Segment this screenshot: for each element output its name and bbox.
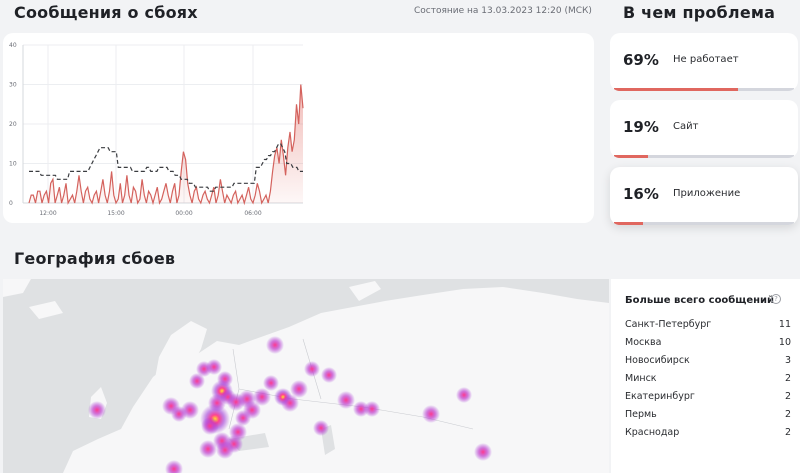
city-row[interactable]: Минск 2	[625, 373, 791, 384]
chart-y-tick: 30	[9, 82, 17, 89]
problem-progress-track	[614, 155, 794, 158]
city-row[interactable]: Новосибирск 3	[625, 355, 791, 366]
problem-progress-track	[614, 222, 794, 225]
city-row[interactable]: Санкт-Петербург 11	[625, 319, 791, 330]
problem-progress-track	[614, 88, 794, 91]
problem-card-app[interactable]: 16% Приложение	[610, 167, 798, 225]
problem-label: Не работает	[673, 54, 739, 65]
heatmap-hotspot	[422, 405, 440, 423]
map-land-eurasia	[63, 287, 609, 473]
chart-y-tick: 40	[9, 42, 17, 49]
chart-x-tick: 12:00	[39, 210, 56, 217]
city-count: 2	[784, 391, 791, 402]
map-land-greenland-edge	[3, 279, 31, 297]
heatmap-hotspot	[88, 401, 106, 419]
chart-series-line-reports	[28, 84, 304, 206]
problem-percent: 16%	[623, 185, 659, 203]
heatmap-hotspot	[266, 336, 284, 354]
city-count: 10	[778, 337, 791, 348]
help-icon[interactable]: ?	[771, 294, 781, 304]
heatmap-hotspot	[253, 388, 271, 406]
city-name: Пермь	[625, 409, 657, 420]
top-cities-title: Больше всего сообщений	[625, 295, 775, 306]
problem-progress-fill	[614, 222, 643, 225]
heatmap-hotspot	[171, 406, 187, 422]
city-count: 2	[784, 373, 791, 384]
outage-heatmap[interactable]	[3, 279, 609, 473]
heatmap-hotspot	[456, 387, 472, 403]
city-count: 2	[784, 427, 791, 438]
city-name: Санкт-Петербург	[625, 319, 712, 330]
problem-card-not-working[interactable]: 69% Не работает	[610, 33, 798, 91]
problem-progress-fill	[614, 88, 739, 91]
chart-x-tick: 00:00	[175, 210, 192, 217]
status-timestamp: Состояние на 13.03.2023 12:20 (МСК)	[414, 6, 592, 16]
problem-progress-fill	[614, 155, 649, 158]
top-cities-panel: Больше всего сообщений ? Санкт-Петербург…	[611, 279, 800, 473]
heatmap-hotspot	[313, 420, 329, 436]
problem-percent: 19%	[623, 118, 659, 136]
chart-y-tick: 0	[9, 200, 13, 207]
problem-card-site[interactable]: 19% Сайт	[610, 100, 798, 158]
city-name: Екатеринбург	[625, 391, 695, 402]
map-land-iceland	[29, 301, 63, 319]
heatmap-hotspot	[216, 441, 234, 459]
heatmap-hotspot	[364, 401, 380, 417]
city-count: 2	[784, 409, 791, 420]
heatmap-hotspot	[263, 375, 279, 391]
city-name: Новосибирск	[625, 355, 690, 366]
heatmap-hotspot	[201, 417, 219, 435]
city-row[interactable]: Москва 10	[625, 337, 791, 348]
reports-chart: 0 10 20 30 40 12:00 15:00 00:00 06:00	[9, 42, 304, 217]
chart-y-tick: 20	[9, 121, 17, 128]
heatmap-hotspot	[304, 361, 320, 377]
city-name: Москва	[625, 337, 662, 348]
city-row[interactable]: Краснодар 2	[625, 427, 791, 438]
heatmap-hotspot	[474, 443, 492, 461]
problem-label: Сайт	[673, 121, 699, 132]
city-name: Минск	[625, 373, 657, 384]
reports-title: Сообщения о сбоях	[14, 3, 198, 22]
problem-title: В чем проблема	[623, 3, 776, 22]
city-count: 11	[778, 319, 791, 330]
heatmap-hotspot	[321, 367, 337, 383]
problem-label: Приложение	[673, 188, 741, 199]
heatmap-hotspot	[199, 440, 217, 458]
heatmap-hotspot	[206, 359, 222, 375]
city-count: 3	[784, 355, 791, 366]
map-land-novaya-zemlya	[349, 281, 381, 301]
chart-y-tick: 10	[9, 161, 17, 168]
problem-percent: 69%	[623, 51, 659, 69]
city-row[interactable]: Екатеринбург 2	[625, 391, 791, 402]
heatmap-hotspot	[290, 380, 308, 398]
chart-x-tick: 15:00	[107, 210, 124, 217]
city-name: Краснодар	[625, 427, 680, 438]
heatmap-hotspot	[337, 391, 355, 409]
geo-title: География сбоев	[14, 249, 176, 268]
chart-x-tick: 06:00	[244, 210, 261, 217]
reports-chart-card: 0 10 20 30 40 12:00 15:00 00:00 06:00	[3, 33, 594, 223]
city-row[interactable]: Пермь 2	[625, 409, 791, 420]
outage-map[interactable]	[3, 279, 609, 473]
